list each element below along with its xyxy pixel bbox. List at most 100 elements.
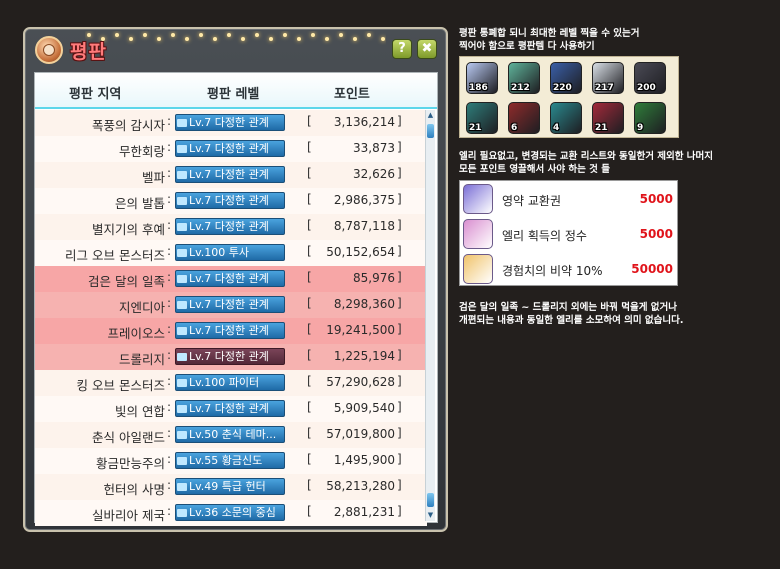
table-row[interactable]: 폭풍의 감시자: Lv.7 다정한 관계 [3,136,214]: [35, 110, 427, 136]
table-row[interactable]: 빛의 연합: Lv.7 다정한 관계 [5,909,540]: [35, 396, 427, 422]
shop-item-name: 영약 교환권: [502, 194, 562, 208]
region-name: 리그 오브 몬스터즈: [65, 248, 165, 263]
level-bar-icon: [177, 171, 187, 179]
contract-voucher-icon: [463, 184, 493, 214]
close-button[interactable]: ✖: [417, 39, 437, 59]
points-value: 5,909,540: [333, 401, 395, 415]
colon: :: [167, 218, 172, 232]
note-use-items: 평판 통폐합 되니 최대한 레벨 찍을 수 있는거 찍어야 함으로 평판템 다 …: [459, 27, 639, 53]
light-bulb-icon: [381, 37, 385, 41]
level-label: Lv.7 다정한 관계: [189, 116, 269, 129]
level-bar-icon: [177, 457, 187, 465]
bracket-open: [: [307, 400, 312, 414]
header-region: 평판 지역: [69, 87, 122, 102]
bracket-open: [: [307, 504, 312, 518]
light-bulb-icon: [255, 33, 259, 37]
shop-item[interactable]: 엘리 획득의 정수 5000: [460, 217, 679, 251]
table-row[interactable]: 리그 오브 몬스터즈: Lv.100 투사 [50,152,654]: [35, 240, 427, 266]
level-badge: Lv.7 다정한 관계: [175, 114, 285, 131]
table-row[interactable]: 황금만능주의: Lv.55 황금신도 [1,495,900]: [35, 448, 427, 474]
level-badge: Lv.7 다정한 관계: [175, 296, 285, 313]
table-row[interactable]: 킹 오브 몬스터즈: Lv.100 파이터 [57,290,628]: [35, 370, 427, 396]
table-row[interactable]: 별지기의 후예: Lv.7 다정한 관계 [8,787,118]: [35, 214, 427, 240]
colon: :: [167, 478, 172, 492]
level-label: Lv.7 다정한 관계: [189, 142, 269, 155]
table-row[interactable]: 프레이오스: Lv.7 다정한 관계 [19,241,500]: [35, 318, 427, 344]
level-label: Lv.50 춘식 테마...: [189, 428, 277, 441]
colon: :: [167, 426, 172, 440]
item-count: 9: [637, 123, 644, 133]
light-bulb-icon: [213, 37, 217, 41]
level-label: Lv.7 다정한 관계: [189, 402, 269, 415]
shop-list: 영약 교환권 5000 엘리 획득의 정수 5000 경험치의 비약 10% 50000: [459, 180, 678, 286]
level-label: Lv.7 다정한 관계: [189, 194, 269, 207]
light-bulb-icon: [269, 37, 273, 41]
points-value: 58,213,280: [326, 479, 395, 493]
scroll-thumb[interactable]: [427, 124, 434, 138]
shop-item-name: 경험치의 비약 10%: [502, 264, 603, 278]
help-button[interactable]: ?: [392, 39, 412, 59]
note-line: 찍어야 함으로 평판템 다 사용하기: [459, 41, 595, 52]
points-value: 1,495,900: [333, 453, 395, 467]
region-name: 황금만능주의: [95, 456, 165, 471]
bracket-open: [: [307, 244, 312, 258]
window-title-bar[interactable]: 평판 ? ✖: [25, 29, 446, 71]
region-name: 별지기의 후예: [92, 222, 165, 237]
light-bulb-icon: [199, 33, 203, 37]
dark-box-icon: 200: [634, 62, 666, 94]
level-badge: Lv.7 다정한 관계: [175, 166, 285, 183]
level-bar-icon: [177, 483, 187, 491]
colon: :: [167, 374, 172, 388]
level-bar-icon: [177, 275, 187, 283]
bracket-open: [: [307, 374, 312, 388]
table-row[interactable]: 드롤리지: Lv.7 다정한 관계 [1,225,194]: [35, 344, 427, 370]
light-bulb-icon: [325, 37, 329, 41]
colon: :: [167, 114, 172, 128]
shop-item[interactable]: 영약 교환권 5000: [460, 182, 679, 216]
level-badge: Lv.100 투사: [175, 244, 285, 261]
level-bar-icon: [177, 405, 187, 413]
bracket-close: ]: [397, 348, 402, 362]
level-bar-icon: [177, 145, 187, 153]
item-count: 200: [637, 83, 656, 93]
bracket-close: ]: [397, 296, 402, 310]
region-name: 벨파: [141, 170, 165, 185]
bracket-close: ]: [397, 192, 402, 206]
scroll-thumb-bottom[interactable]: [427, 493, 434, 507]
region-name: 무한회랑: [118, 144, 165, 159]
header-points: 포인트: [334, 87, 370, 102]
note-line: 모든 포인트 영끌해서 사야 하는 것 들: [459, 164, 610, 175]
colon: :: [167, 166, 172, 180]
level-badge: Lv.100 파이터: [175, 374, 285, 391]
header-level: 평판 레벨: [207, 87, 260, 102]
bracket-close: ]: [397, 452, 402, 466]
points-value: 57,019,800: [326, 427, 395, 441]
item-count: 217: [595, 83, 614, 93]
points-value: 3,136,214: [333, 115, 395, 129]
bracket-open: [: [307, 296, 312, 310]
table-row[interactable]: 실바리아 제국: Lv.36 소문의 중심 [2,881,231]: [35, 500, 427, 526]
note-line: 평판 통폐합 되니 최대한 레벨 찍을 수 있는거: [459, 28, 640, 39]
bracket-close: ]: [397, 478, 402, 492]
level-bar-icon: [177, 379, 187, 387]
scroll-down-icon[interactable]: ▼: [426, 511, 435, 520]
shop-item[interactable]: 경험치의 비약 10% 50000: [460, 252, 679, 286]
scroll-bundle-icon: 186: [466, 62, 498, 94]
table-row[interactable]: 은의 발톱: Lv.7 다정한 관계 [2,986,375]: [35, 188, 427, 214]
light-bulb-icon: [227, 33, 231, 37]
note-explanation: 검은 달의 일족 ~ 드롤리지 외에는 바꿔 먹을게 없거나 개편되는 내용과 …: [459, 301, 683, 327]
table-row[interactable]: 벨파: Lv.7 다정한 관계 [32,626]: [35, 162, 427, 188]
points-value: 2,986,375: [333, 193, 395, 207]
scrollbar[interactable]: ▲ ▼: [425, 110, 435, 521]
table-row[interactable]: 춘식 아일랜드: Lv.50 춘식 테마... [57,019,800]: [35, 422, 427, 448]
light-bulb-icon: [157, 37, 161, 41]
reputation-items-panel: 186 212 220 217 200 21 6 4 21 9: [459, 56, 679, 138]
table-row[interactable]: 검은 달의 일족: Lv.7 다정한 관계 [85,976]: [35, 266, 427, 292]
paper-scroll-icon: 217: [592, 62, 624, 94]
table-row[interactable]: 헌터의 사명: Lv.49 특급 헌터 [58,213,280]: [35, 474, 427, 500]
level-badge: Lv.7 다정한 관계: [175, 400, 285, 417]
table-row[interactable]: 무한회랑: Lv.7 다정한 관계 [33,873]: [35, 136, 427, 162]
scroll-up-icon[interactable]: ▲: [426, 111, 435, 120]
region-name: 지엔디아: [118, 300, 165, 315]
table-row[interactable]: 지엔디아: Lv.7 다정한 관계 [8,298,360]: [35, 292, 427, 318]
